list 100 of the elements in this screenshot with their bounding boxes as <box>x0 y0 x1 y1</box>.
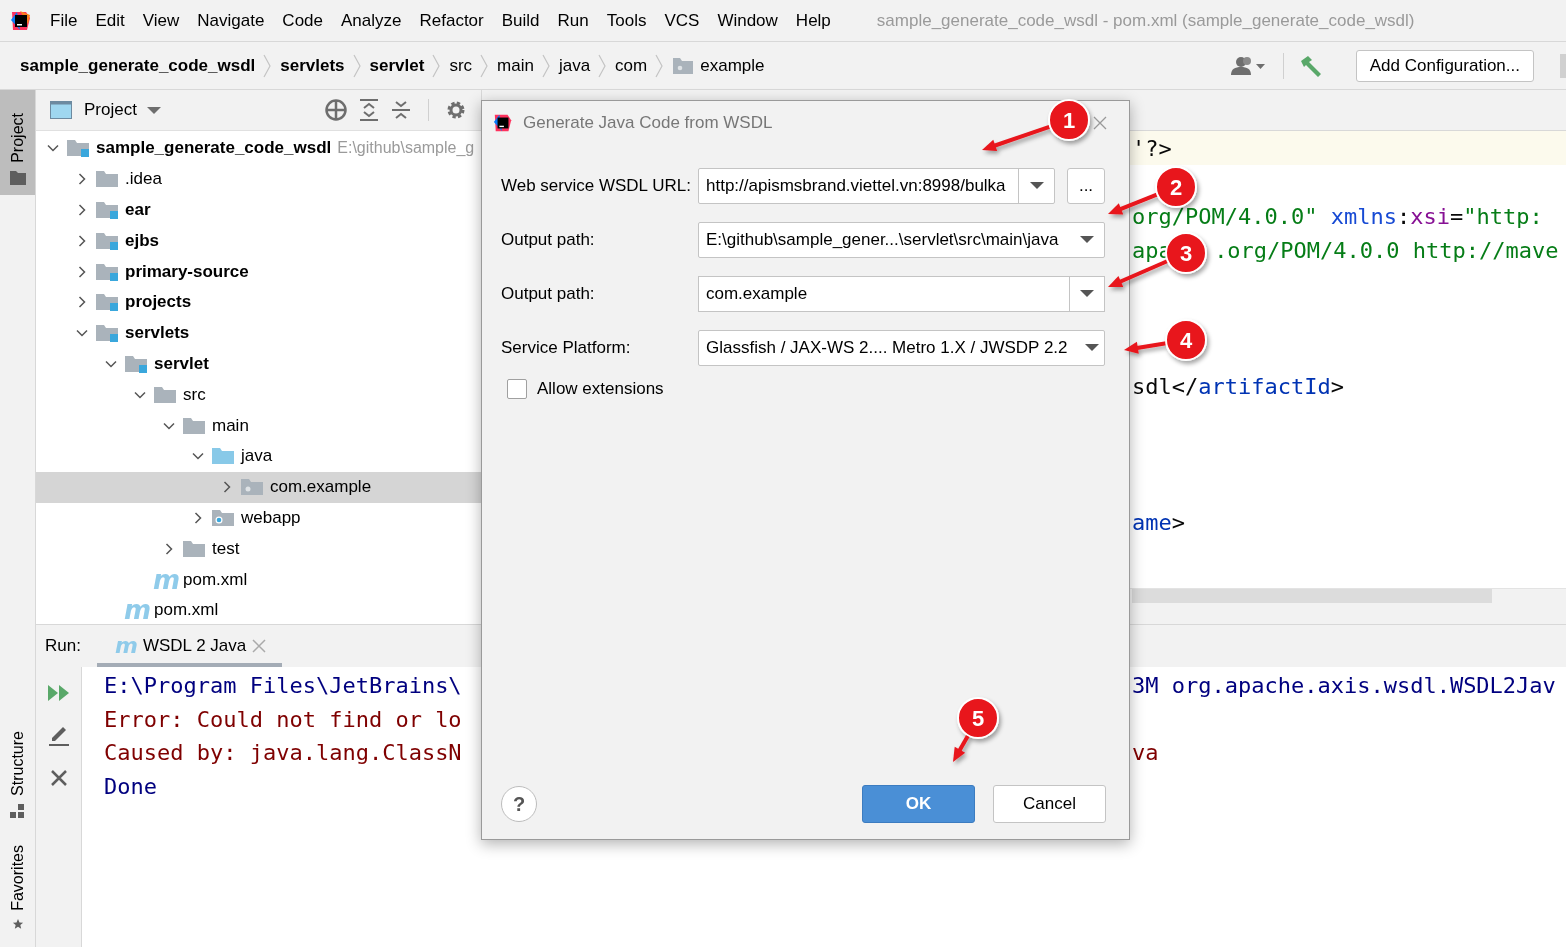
menu-item[interactable]: View <box>140 8 182 33</box>
panel-title-dropdown[interactable]: Project <box>84 100 137 120</box>
code-text: sdl</artifactId> <box>1132 373 1344 399</box>
locate-icon[interactable] <box>324 98 348 122</box>
module-folder-icon <box>95 230 119 251</box>
platform-select[interactable]: Glassfish / JAX-WS 2.... Metro 1.X / JWSDP 2.2 <box>698 330 1105 366</box>
tree-item[interactable]: primary-source <box>36 256 481 287</box>
path-combo-field[interactable]: E:\github\sample_gener...\servlet\src\main\java <box>698 222 1105 258</box>
console-line: Done <box>104 774 157 800</box>
add-configuration-button[interactable]: Add Configuration... <box>1355 49 1534 82</box>
scrollbar-thumb[interactable] <box>1132 589 1492 603</box>
breadcrumb-item[interactable]: sample_generate_code_wsdl <box>20 55 256 76</box>
checkbox[interactable] <box>507 379 527 399</box>
caret-icon[interactable] <box>146 105 161 115</box>
path-hint: E:\github\sample_g <box>337 139 475 158</box>
tree-item[interactable]: src <box>36 379 481 411</box>
checkbox-label[interactable]: Allow extensions <box>537 379 664 399</box>
web-folder-icon <box>211 507 235 528</box>
package-input-field[interactable]: com.example <box>698 276 1070 312</box>
tree-item[interactable]: test <box>36 533 481 565</box>
breadcrumb-separator-icon <box>598 53 608 78</box>
settings-icon[interactable] <box>445 99 467 121</box>
console-line: 3M org.apache.axis.wsdl.WSDL2Jav <box>1132 673 1556 699</box>
side-tab[interactable]: Project <box>0 90 35 195</box>
side-tab[interactable]: Structure <box>0 720 35 830</box>
tree-item[interactable]: webapp <box>36 502 481 534</box>
tree-item[interactable]: projects <box>36 287 481 318</box>
stop-icon[interactable] <box>49 769 68 787</box>
menu-item[interactable]: Tools <box>604 8 649 33</box>
breadcrumb-separator-icon <box>655 53 665 78</box>
menu-item[interactable]: Analyze <box>339 8 404 33</box>
tree-item[interactable]: main <box>36 410 481 441</box>
dropdown-arrow-icon[interactable] <box>1079 236 1094 244</box>
menu-item[interactable]: VCS <box>662 8 702 33</box>
breadcrumb-item[interactable]: com <box>615 55 648 76</box>
menu-item[interactable]: File <box>48 8 80 33</box>
package-folder-icon <box>672 56 695 75</box>
tree-item[interactable]: ejbs <box>36 225 481 257</box>
tree-item[interactable]: servlet <box>36 348 481 380</box>
code-text: '?> <box>1132 135 1172 161</box>
tree-item[interactable]: ear <box>36 194 481 226</box>
menu-item[interactable]: Window <box>715 8 780 33</box>
code-text: .org/POM/4.0.0 http://mave <box>1214 237 1559 263</box>
module-folder-icon <box>95 323 119 344</box>
package-folder-icon <box>240 477 264 498</box>
menu-item[interactable]: Navigate <box>195 8 267 33</box>
breadcrumb-item[interactable]: src <box>449 55 473 76</box>
breadcrumb-item[interactable]: servlet <box>369 55 425 76</box>
folder-icon <box>153 384 177 405</box>
folder-icon <box>182 538 206 559</box>
breadcrumb-separator-icon <box>352 53 362 78</box>
run-label: Run: <box>45 636 81 656</box>
breadcrumb-separator-icon <box>480 53 490 78</box>
app-logo-icon <box>10 9 32 32</box>
field-label: Output path: <box>501 230 596 250</box>
tree-item[interactable]: com.example <box>36 471 481 503</box>
console-line: Caused by: java.lang.ClassN <box>104 740 462 766</box>
module-folder-icon <box>95 292 119 313</box>
field-label: Output path: <box>501 284 596 304</box>
breadcrumb-item[interactable]: servlets <box>280 55 345 76</box>
panel-window-icon <box>50 101 72 119</box>
numbered-callout: 5 <box>953 697 999 762</box>
browse-button[interactable]: ... <box>1067 168 1105 204</box>
collapse-all-icon[interactable] <box>390 98 412 122</box>
menu-item[interactable]: Code <box>280 8 325 33</box>
numbered-callout: 4 <box>1124 319 1207 361</box>
close-icon[interactable] <box>1093 116 1107 130</box>
url-combo-field[interactable]: http://apismsbrand.viettel.vn:8998/bulka <box>698 168 1055 204</box>
field-label: Service Platform: <box>501 338 632 358</box>
menu-item[interactable]: Run <box>555 8 591 33</box>
menu-item[interactable]: Edit <box>93 8 127 33</box>
tree-item[interactable]: servlets <box>36 317 481 349</box>
structure-icon <box>9 804 26 820</box>
help-button[interactable]: ? <box>501 786 537 822</box>
folder-icon <box>182 415 206 436</box>
breadcrumb-item[interactable]: java <box>558 55 591 76</box>
dropdown-arrow-icon[interactable] <box>1085 344 1099 352</box>
folder-icon <box>95 169 119 190</box>
menu-item[interactable]: Build <box>499 8 542 33</box>
breadcrumb-separator-icon <box>263 53 273 78</box>
side-tab[interactable]: Favorites <box>0 835 35 939</box>
dropdown-arrow-icon[interactable] <box>1080 290 1094 298</box>
breadcrumb-separator-icon <box>541 53 551 78</box>
tree-item[interactable]: sample_generate_code_wsdl E:\github\sample_g <box>36 133 481 164</box>
expand-all-icon[interactable] <box>358 98 380 122</box>
breadcrumb-item[interactable]: main <box>497 55 534 76</box>
dropdown-arrow-icon[interactable] <box>1029 182 1044 190</box>
dropdown-button[interactable] <box>1070 276 1105 312</box>
dialog-title: Generate Java Code from WSDL <box>523 113 773 133</box>
menu-item[interactable]: Refactor <box>417 8 486 33</box>
menu-item[interactable]: Help <box>793 8 833 33</box>
breadcrumb-item[interactable]: example <box>700 55 765 76</box>
rerun-icon[interactable] <box>47 685 70 701</box>
breadcrumb-separator-icon <box>432 53 442 78</box>
cancel-button[interactable]: Cancel <box>993 785 1106 823</box>
field-label: Web service WSDL URL: <box>501 176 692 196</box>
console-line: Error: Could not find or lo <box>104 706 462 732</box>
tree-item[interactable]: .idea <box>36 163 481 195</box>
console-line: E:\Program Files\JetBrains\ <box>104 673 462 699</box>
tree-item[interactable]: java <box>36 440 481 472</box>
